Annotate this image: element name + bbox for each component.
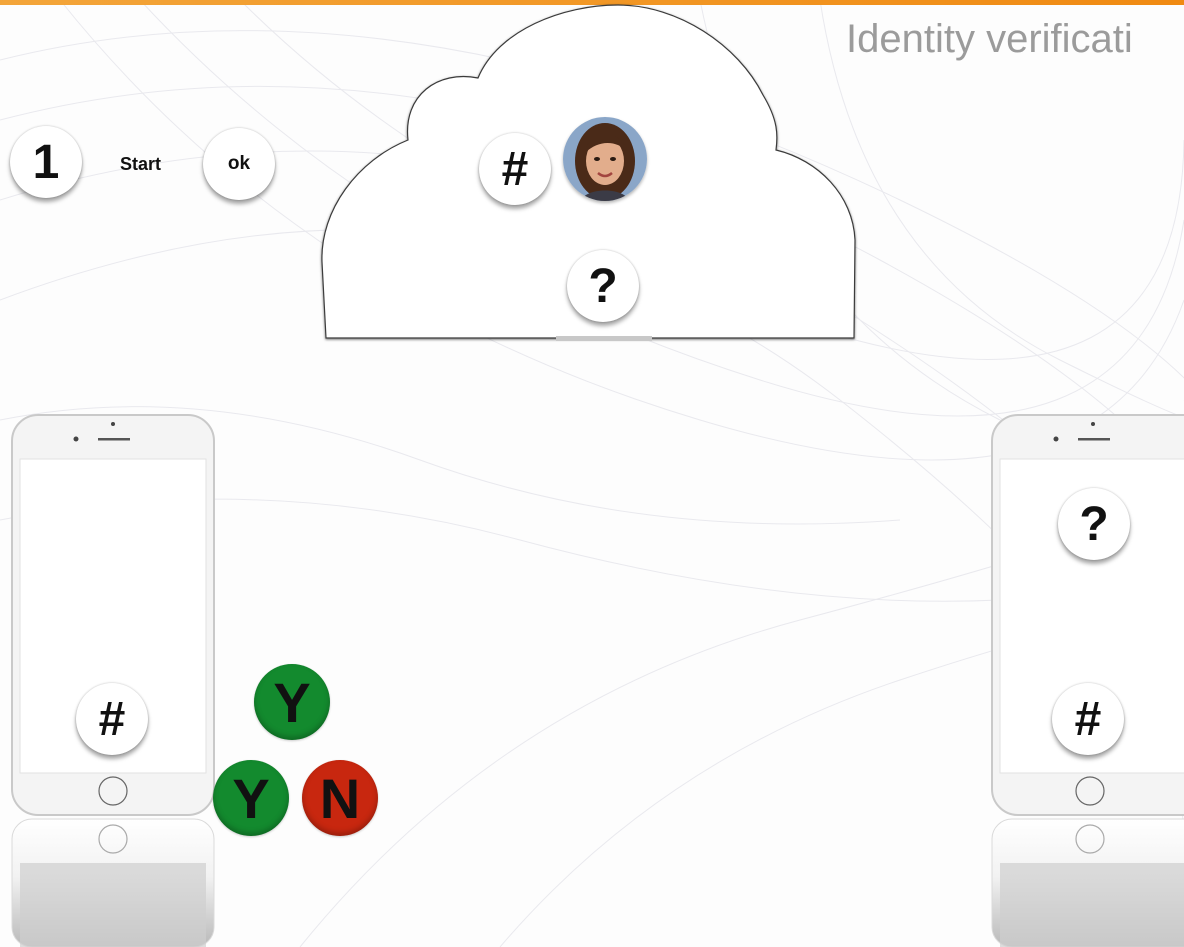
ok-label: ok <box>227 153 251 174</box>
vote-no-badge: N <box>302 760 378 836</box>
right-phone-question-badge: ? <box>1058 488 1130 560</box>
right-phone-hash-badge: # <box>1052 683 1124 755</box>
ok-badge: ok <box>203 128 275 200</box>
step-number-badge: 1 <box>10 126 82 198</box>
start-label: Start <box>120 154 162 174</box>
vote-yes-badge-top: Y <box>254 664 330 740</box>
step-number: 1 <box>32 135 60 189</box>
vote-label: N <box>319 766 361 830</box>
vote-label: Y <box>273 670 311 734</box>
cloud-question-badge: ? <box>567 250 639 322</box>
vote-yes-badge-left: Y <box>213 760 289 836</box>
person-photo-icon <box>563 117 647 201</box>
right-phone-question-symbol: ? <box>1079 497 1109 551</box>
left-phone-hash-symbol: # <box>98 692 126 746</box>
slide-title: Identity verificati <box>846 17 1133 61</box>
slide: Identity verificati 1 Start ok # ? # Y Y… <box>0 0 1184 947</box>
left-smartphone-icon <box>11 414 215 947</box>
left-phone-hash-badge: # <box>76 683 148 755</box>
cloud-hash-symbol: # <box>501 142 529 196</box>
vote-label: Y <box>232 766 270 830</box>
cloud-hash-badge: # <box>479 133 551 205</box>
right-phone-hash-symbol: # <box>1074 692 1102 746</box>
cloud-question-symbol: ? <box>588 259 618 313</box>
